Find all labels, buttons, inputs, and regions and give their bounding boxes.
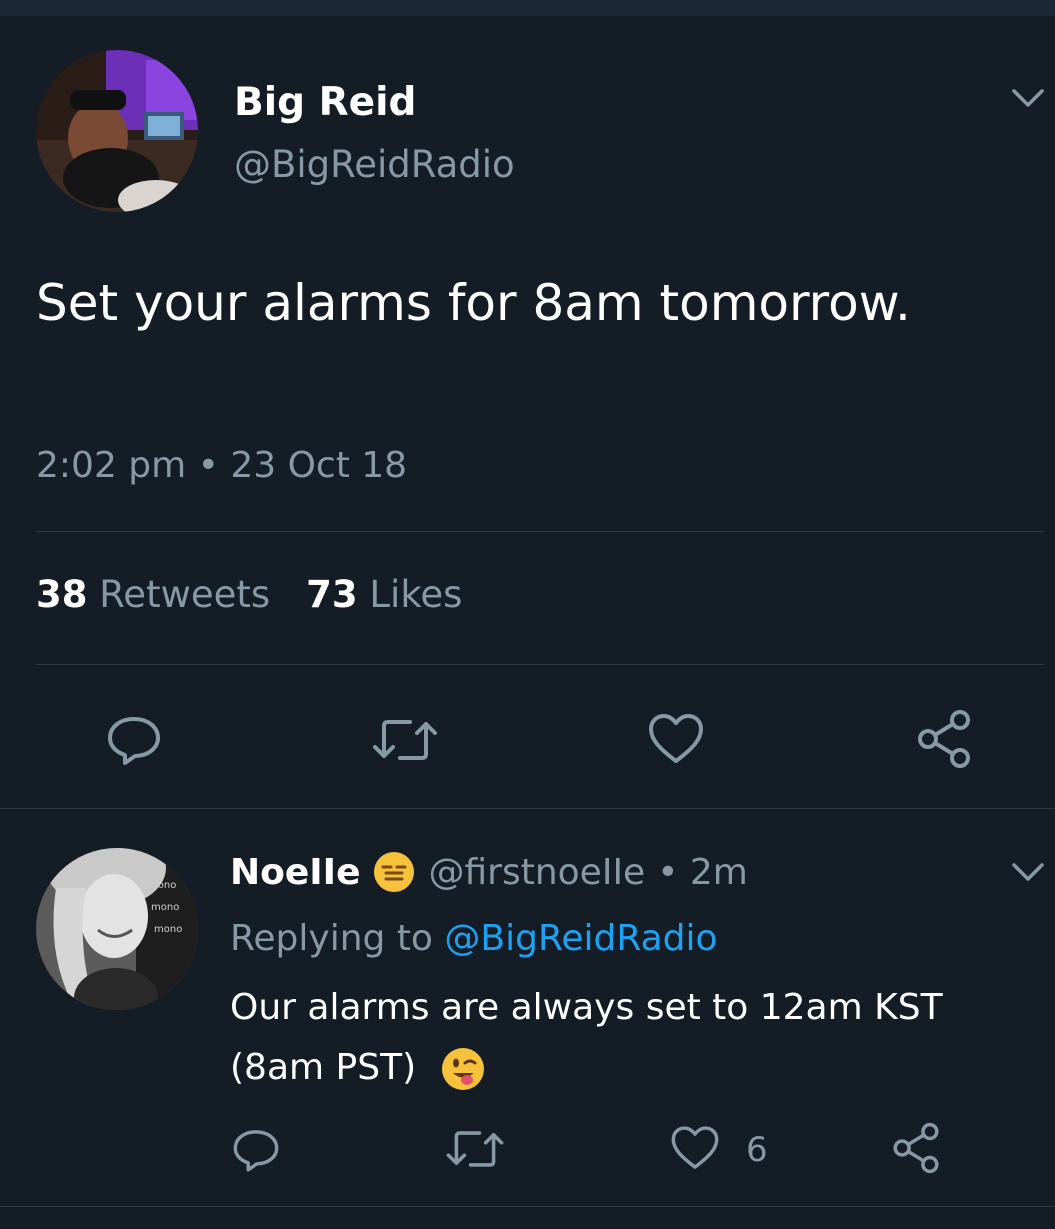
reply-author-handle[interactable]: @firstnoeIIe: [428, 852, 645, 893]
tweet-detail-screen: Big Reid @BigReidRadio Set your alarms f…: [0, 0, 1055, 1229]
reply-author-avatar[interactable]: mono mono mono: [36, 848, 198, 1010]
svg-text:mono: mono: [154, 924, 182, 935]
share-icon[interactable]: [914, 708, 974, 770]
retweet-icon[interactable]: [370, 712, 440, 768]
tweet-text: Set your alarms for 8am tomorrow.: [36, 274, 911, 332]
chevron-down-icon[interactable]: [1008, 852, 1048, 892]
reply-like-count: 6: [746, 1130, 768, 1170]
reply-icon[interactable]: [104, 710, 164, 770]
reply-text: Our alarms are always set to 12am KST (8…: [230, 978, 1030, 1098]
reply-avatar-image: mono mono mono: [36, 848, 198, 1010]
likes-label: Likes: [369, 573, 463, 616]
winking-face-with-tongue-emoji: [440, 1046, 486, 1092]
divider: [36, 531, 1044, 532]
expressionless-face-emoji: [372, 850, 416, 894]
reply-header: NoeIIe @firstnoeIIe • 2m: [230, 850, 748, 894]
author-avatar[interactable]: [36, 50, 198, 212]
replying-to-line: Replying to @BigReidRadio: [230, 918, 718, 959]
retweets-label: Retweets: [99, 573, 271, 616]
author-handle[interactable]: @BigReidRadio: [234, 143, 515, 186]
author-avatar-image: [36, 50, 198, 212]
like-icon[interactable]: [645, 710, 707, 768]
top-bar-edge: [0, 0, 1055, 16]
reply-icon[interactable]: [230, 1124, 282, 1176]
replying-mention-link[interactable]: @BigReidRadio: [444, 918, 717, 959]
retweets-count: 38: [36, 573, 88, 616]
divider: [36, 664, 1044, 665]
author-name[interactable]: Big Reid: [234, 80, 416, 125]
retweet-icon[interactable]: [444, 1124, 506, 1174]
likes-count: 73: [306, 573, 358, 616]
svg-text:mono: mono: [148, 880, 176, 891]
divider: [0, 808, 1055, 809]
svg-text:mono: mono: [151, 902, 179, 913]
share-icon[interactable]: [890, 1121, 942, 1175]
likes-stat[interactable]: 73 Likes: [306, 573, 462, 616]
reply-time: • 2m: [657, 851, 748, 893]
tweet-stats: 38 Retweets 73 Likes: [36, 573, 462, 616]
reply-author-name[interactable]: NoeIIe: [230, 852, 360, 893]
like-icon[interactable]: [668, 1122, 722, 1174]
divider: [0, 1206, 1055, 1207]
replying-label: Replying to: [230, 918, 433, 959]
retweets-stat[interactable]: 38 Retweets: [36, 573, 270, 616]
chevron-down-icon[interactable]: [1008, 78, 1048, 118]
reply-text-content: Our alarms are always set to 12am KST (8…: [230, 987, 943, 1088]
tweet-timestamp: 2:02 pm • 23 Oct 18: [36, 445, 408, 486]
